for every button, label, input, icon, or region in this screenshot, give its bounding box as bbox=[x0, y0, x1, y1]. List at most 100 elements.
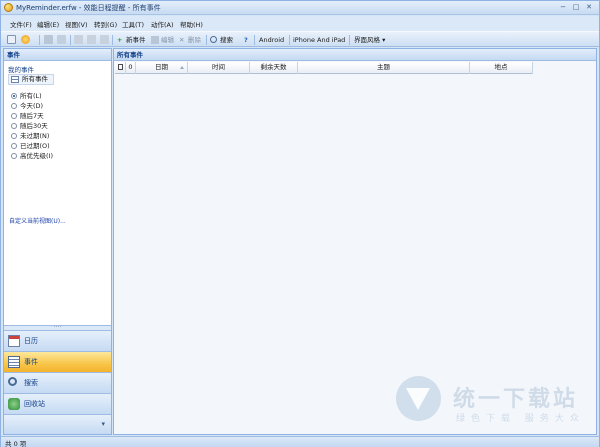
nav-events-button[interactable]: 事件 bbox=[4, 351, 111, 372]
watermark-arrow-icon bbox=[406, 388, 430, 410]
nav-search-button[interactable]: 搜索 bbox=[4, 372, 111, 393]
search-icon bbox=[210, 36, 217, 43]
column-time-label: 时间 bbox=[212, 63, 225, 71]
nav-pane-options-button[interactable]: ▾ bbox=[4, 414, 111, 434]
new-document-icon[interactable] bbox=[7, 35, 16, 44]
toolbar-separator bbox=[39, 35, 40, 45]
all-events-view-button[interactable]: 所有事件 bbox=[8, 74, 54, 85]
magnifier-icon bbox=[8, 377, 17, 386]
column-subject[interactable]: 主题 bbox=[298, 62, 470, 74]
filter-label: 高优先级(I) bbox=[20, 152, 53, 160]
toolbar-separator bbox=[289, 35, 290, 45]
toolbar-separator bbox=[206, 35, 207, 45]
toolbar-separator bbox=[112, 35, 113, 45]
filter-label: 未过期(N) bbox=[20, 132, 50, 140]
status-item-count: 共 0 项 bbox=[5, 440, 27, 447]
nav-calendar-label: 日历 bbox=[24, 337, 38, 345]
menu-goto[interactable]: 转到(G) bbox=[94, 19, 117, 29]
close-button[interactable]: ✕ bbox=[583, 2, 595, 13]
column-remaining-label: 剩余天数 bbox=[260, 63, 287, 71]
document-icon bbox=[117, 64, 123, 70]
maximize-button[interactable]: □ bbox=[570, 2, 582, 13]
left-pane: 事件 我的事件 所有事件 所有(L) 今天(D) 随后7天 随后30天 未过期(… bbox=[3, 48, 112, 435]
nav-events-label: 事件 bbox=[24, 358, 38, 366]
filter-expired-radio[interactable]: 已过期(O) bbox=[11, 141, 50, 151]
filter-next7-radio[interactable]: 随后7天 bbox=[11, 111, 44, 121]
nav-calendar-button[interactable]: 日历 bbox=[4, 330, 111, 351]
filter-next30-radio[interactable]: 随后30天 bbox=[11, 121, 48, 131]
column-attachment[interactable]: 0 bbox=[126, 62, 136, 74]
column-date[interactable]: 日期 bbox=[136, 62, 188, 74]
menu-edit[interactable]: 编辑(E) bbox=[37, 19, 59, 29]
menu-view[interactable]: 视图(V) bbox=[65, 19, 88, 29]
filter-label: 已过期(O) bbox=[20, 142, 50, 150]
iphone-ipad-button[interactable]: iPhone And iPad bbox=[293, 34, 345, 46]
filter-label: 所有(L) bbox=[20, 92, 42, 100]
my-events-label: 我的事件 bbox=[8, 66, 34, 74]
main-pane-header: 所有事件 bbox=[114, 49, 596, 61]
column-time[interactable]: 时间 bbox=[188, 62, 250, 74]
search-label: 搜索 bbox=[220, 36, 233, 44]
app-icon bbox=[4, 3, 13, 12]
delete-icon: ✕ bbox=[179, 36, 185, 44]
customize-view-link[interactable]: 自定义当前视图(U)... bbox=[9, 216, 66, 225]
radio-dot bbox=[11, 153, 17, 159]
paste-icon[interactable] bbox=[100, 35, 109, 44]
title-bar: MyReminder.erfw - 效能日程提醒 - 所有事件 − □ ✕ bbox=[1, 1, 599, 15]
column-date-label: 日期 bbox=[155, 63, 168, 71]
watermark-subtext: 绿色下载 服务大众 bbox=[456, 414, 585, 424]
watermark-text: 统一下载站 bbox=[453, 387, 579, 412]
filter-label: 今天(D) bbox=[20, 102, 44, 110]
new-event-label: 新事件 bbox=[126, 36, 146, 44]
toolbar-separator bbox=[70, 35, 71, 45]
column-location-label: 地点 bbox=[494, 63, 508, 71]
column-doc[interactable] bbox=[115, 62, 126, 74]
menu-help[interactable]: 帮助(H) bbox=[180, 19, 203, 29]
toolbar-separator bbox=[349, 35, 350, 45]
android-button[interactable]: Android bbox=[259, 34, 284, 46]
cut-icon[interactable] bbox=[74, 35, 83, 44]
events-table-icon bbox=[8, 356, 20, 368]
reminder-icon[interactable] bbox=[21, 35, 30, 44]
filter-high-priority-radio[interactable]: 高优先级(I) bbox=[11, 151, 53, 161]
menu-tools[interactable]: 工具(T) bbox=[122, 19, 144, 29]
print-icon[interactable] bbox=[44, 35, 53, 44]
app-window: MyReminder.erfw - 效能日程提醒 - 所有事件 − □ ✕ 文件… bbox=[0, 0, 600, 447]
filter-label: 随后30天 bbox=[20, 122, 48, 130]
main-pane: 所有事件 0 日期 时间 剩余天数 主题 地点 bbox=[113, 48, 597, 435]
nav-search-label: 搜索 bbox=[24, 379, 38, 387]
toolbar-separator bbox=[254, 35, 255, 45]
calendar-icon bbox=[8, 335, 20, 347]
menu-file[interactable]: 文件(F) bbox=[10, 19, 32, 29]
new-event-button[interactable]: + 新事件 bbox=[117, 34, 146, 46]
save-icon[interactable] bbox=[57, 35, 66, 44]
window-title: MyReminder.erfw - 效能日程提醒 - 所有事件 bbox=[16, 4, 161, 12]
column-location[interactable]: 地点 bbox=[470, 62, 533, 74]
filter-today-radio[interactable]: 今天(D) bbox=[11, 101, 43, 111]
filter-all-radio[interactable]: 所有(L) bbox=[11, 91, 42, 101]
edit-label: 编辑 bbox=[161, 36, 174, 44]
column-remaining-days[interactable]: 剩余天数 bbox=[250, 62, 298, 74]
help-button[interactable]: ? bbox=[244, 34, 248, 46]
watermark-logo bbox=[396, 376, 441, 421]
nav-recycle-button[interactable]: 回收站 bbox=[4, 393, 111, 414]
delete-button[interactable]: ✕ 删除 bbox=[179, 34, 201, 46]
toolbar: + 新事件 编辑 ✕ 删除 搜索 ? Android iPhone And iPad… bbox=[1, 31, 599, 47]
grid-header: 0 日期 时间 剩余天数 主题 地点 bbox=[115, 62, 533, 74]
theme-dropdown[interactable]: 界面风格 ▾ bbox=[354, 34, 385, 46]
search-button[interactable]: 搜索 bbox=[210, 34, 233, 46]
menu-bar: 文件(F) 编辑(E) 视图(V) 转到(G) 工具(T) 动作(A) 帮助(H… bbox=[1, 16, 599, 31]
column-subject-label: 主题 bbox=[377, 63, 390, 71]
paperclip-icon: 0 bbox=[128, 63, 133, 71]
filter-not-expired-radio[interactable]: 未过期(N) bbox=[11, 131, 49, 141]
minimize-button[interactable]: − bbox=[557, 2, 569, 13]
edit-button[interactable]: 编辑 bbox=[151, 34, 174, 46]
table-icon bbox=[11, 76, 19, 83]
copy-icon[interactable] bbox=[87, 35, 96, 44]
edit-icon bbox=[151, 36, 159, 44]
filter-label: 随后7天 bbox=[20, 112, 44, 120]
plus-icon: + bbox=[117, 36, 123, 44]
radio-dot bbox=[11, 103, 17, 109]
menu-actions[interactable]: 动作(A) bbox=[151, 19, 174, 29]
radio-dot bbox=[11, 133, 17, 139]
